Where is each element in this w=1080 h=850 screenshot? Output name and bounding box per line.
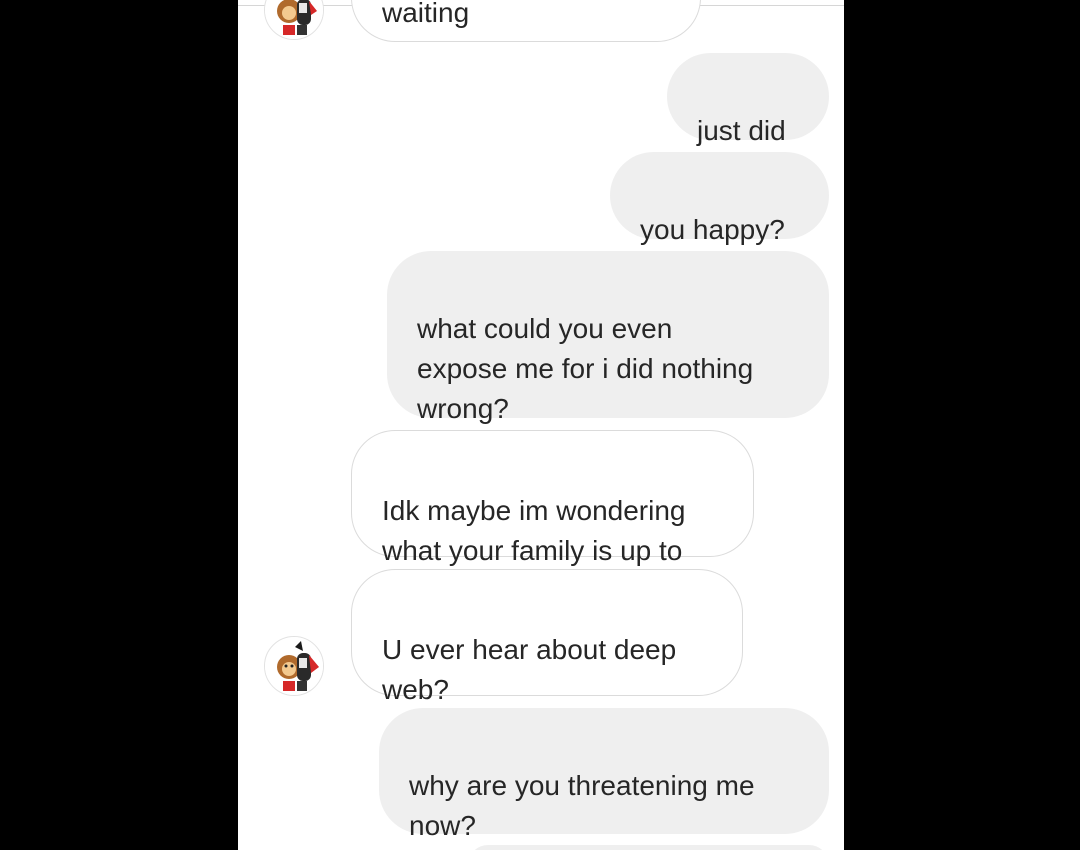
- contact-avatar[interactable]: [264, 636, 324, 696]
- message-text: U ever hear about deep web?: [382, 634, 677, 705]
- message-bubble-incoming[interactable]: U ever hear about deep web?: [351, 569, 743, 705]
- message-bubble-outgoing[interactable]: what could you even expose me for i did …: [387, 251, 829, 424]
- cartoon-monkey-avatar-icon: [265, 637, 323, 695]
- message-bubble-incoming-partial[interactable]: waiting: [351, 0, 701, 42]
- message-text: why are you threatening me now?: [409, 770, 755, 841]
- message-bubble-outgoing[interactable]: you happy?: [610, 152, 829, 245]
- message-text: what could you even expose me for i did …: [417, 313, 754, 424]
- chat-screen: waiting just did you happy? what could y…: [238, 0, 844, 850]
- message-text: waiting: [382, 0, 470, 28]
- message-bubble-outgoing-partial[interactable]: [468, 845, 829, 850]
- message-text: you happy?: [640, 214, 785, 245]
- message-bubble-outgoing[interactable]: just did: [667, 53, 829, 146]
- message-bubble-incoming[interactable]: Idk maybe im wondering what your family …: [351, 430, 754, 566]
- message-text: Idk maybe im wondering what your family …: [382, 495, 686, 566]
- message-bubble-outgoing[interactable]: why are you threatening me now?: [379, 708, 829, 841]
- contact-avatar[interactable]: [264, 0, 324, 40]
- message-text: just did: [697, 115, 786, 146]
- cartoon-monkey-avatar-icon: [265, 0, 323, 39]
